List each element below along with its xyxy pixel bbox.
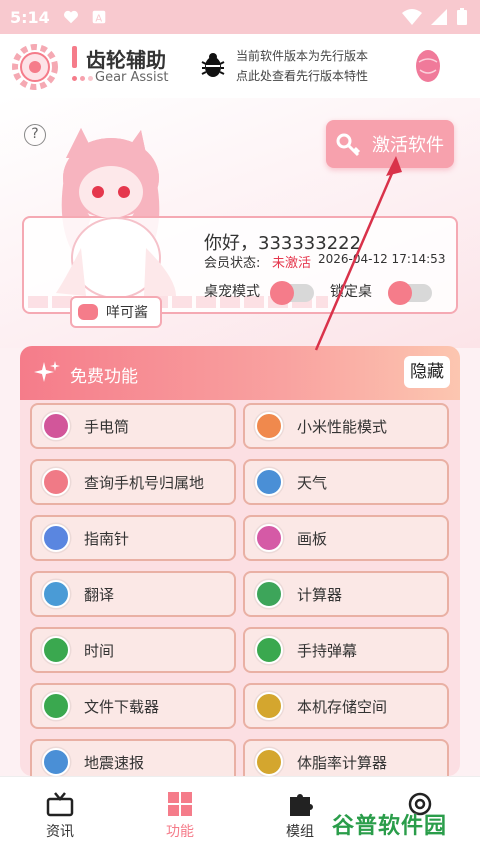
feature-label: 文件下载器 [84, 697, 160, 716]
app-title: 齿轮辅助 [86, 48, 166, 72]
hide-button[interactable]: 隐藏 [404, 356, 450, 388]
storage-icon [255, 692, 283, 720]
compass-icon [42, 524, 70, 552]
scale-icon [255, 748, 283, 776]
danmaku-icon [255, 636, 283, 664]
grid-icon [168, 792, 192, 816]
help-button[interactable]: ? [24, 124, 46, 146]
feature-button[interactable]: 时间 [30, 627, 236, 673]
annotation-arrow [314, 156, 402, 351]
flashlight-icon [42, 412, 70, 440]
feature-label: 手持弹幕 [297, 641, 358, 660]
bug-icon[interactable] [198, 50, 228, 80]
feature-button[interactable]: 天气 [243, 459, 449, 505]
feature-button[interactable]: 本机存储空间 [243, 683, 449, 729]
app-notification-icon: A [92, 10, 106, 25]
preview-version-notice[interactable]: 当前软件版本为先行版本 点此处查看先行版本特性 [236, 46, 368, 86]
mascot-name: 咩可酱 [106, 305, 148, 321]
feature-button[interactable]: 小米性能模式 [243, 403, 449, 449]
location-icon [42, 468, 70, 496]
battery-icon [457, 8, 467, 25]
cloud-icon [255, 468, 283, 496]
subtitle-dots [72, 76, 93, 81]
feature-button[interactable]: 文件下载器 [30, 683, 236, 729]
feature-label: 地震速报 [84, 753, 145, 772]
egg-icon[interactable] [414, 46, 442, 84]
notice-line-2: 点此处查看先行版本特性 [236, 69, 369, 83]
nav-features[interactable]: 功能 [140, 777, 220, 852]
feature-button[interactable]: 手电筒 [30, 403, 236, 449]
nav-news-label: 资讯 [46, 824, 74, 840]
feature-label: 画板 [297, 529, 328, 548]
feature-label: 时间 [84, 641, 115, 660]
puzzle-icon [290, 794, 313, 816]
feature-button[interactable]: 画板 [243, 515, 449, 561]
translate-icon [42, 580, 70, 608]
title-accent-bar [72, 46, 77, 68]
panel-title: 免费功能 [70, 367, 138, 387]
calculator-icon [255, 580, 283, 608]
home-icon [42, 748, 70, 776]
member-status-label: 会员状态: [204, 256, 261, 271]
status-time: 5:14 [10, 7, 50, 27]
pet-mode-label: 桌宠模式 [204, 284, 260, 300]
feature-button[interactable]: 翻译 [30, 571, 236, 617]
feature-label: 翻译 [84, 585, 115, 604]
heart-notification-icon [63, 10, 78, 24]
wifi-icon [402, 9, 422, 25]
miui-icon [255, 412, 283, 440]
svg-text:A: A [95, 14, 102, 25]
nav-modules-label: 模组 [286, 824, 314, 840]
tv-icon [46, 792, 74, 817]
sparkle-icon [34, 361, 60, 382]
notice-line-1: 当前软件版本为先行版本 [236, 49, 369, 63]
app-header: 齿轮辅助 Gear Assist 当前软件版本为先行版本 点此处查看先行版本特性 [0, 34, 480, 98]
toggle-knob [270, 281, 294, 305]
nav-news[interactable]: 资讯 [20, 777, 100, 852]
status-bar: 5:14 A [0, 0, 480, 34]
app-subtitle: Gear Assist [95, 70, 169, 85]
clock-icon [42, 636, 70, 664]
feature-button[interactable]: 查询手机号归属地 [30, 459, 236, 505]
feature-label: 天气 [297, 473, 328, 492]
download-icon [42, 692, 70, 720]
feature-button[interactable]: 手持弹幕 [243, 627, 449, 673]
feature-label: 手电筒 [84, 417, 130, 436]
gear-logo-icon [12, 44, 58, 90]
site-watermark: 谷普软件园 [332, 814, 448, 839]
nav-modules[interactable]: 模组 [260, 777, 340, 852]
mascot-name-tag[interactable]: 咩可酱 [70, 296, 162, 328]
feature-label: 指南针 [84, 529, 130, 548]
feature-label: 查询手机号归属地 [84, 473, 205, 492]
feature-label: 计算器 [297, 585, 343, 604]
feature-label: 本机存储空间 [297, 697, 388, 716]
palette-icon [255, 524, 283, 552]
feature-label: 小米性能模式 [297, 417, 388, 436]
cat-icon [78, 304, 98, 320]
feature-button[interactable]: 计算器 [243, 571, 449, 617]
feature-button[interactable]: 指南针 [30, 515, 236, 561]
signal-icon [431, 9, 447, 25]
feature-label: 体脂率计算器 [297, 753, 388, 772]
nav-features-label: 功能 [166, 824, 194, 840]
